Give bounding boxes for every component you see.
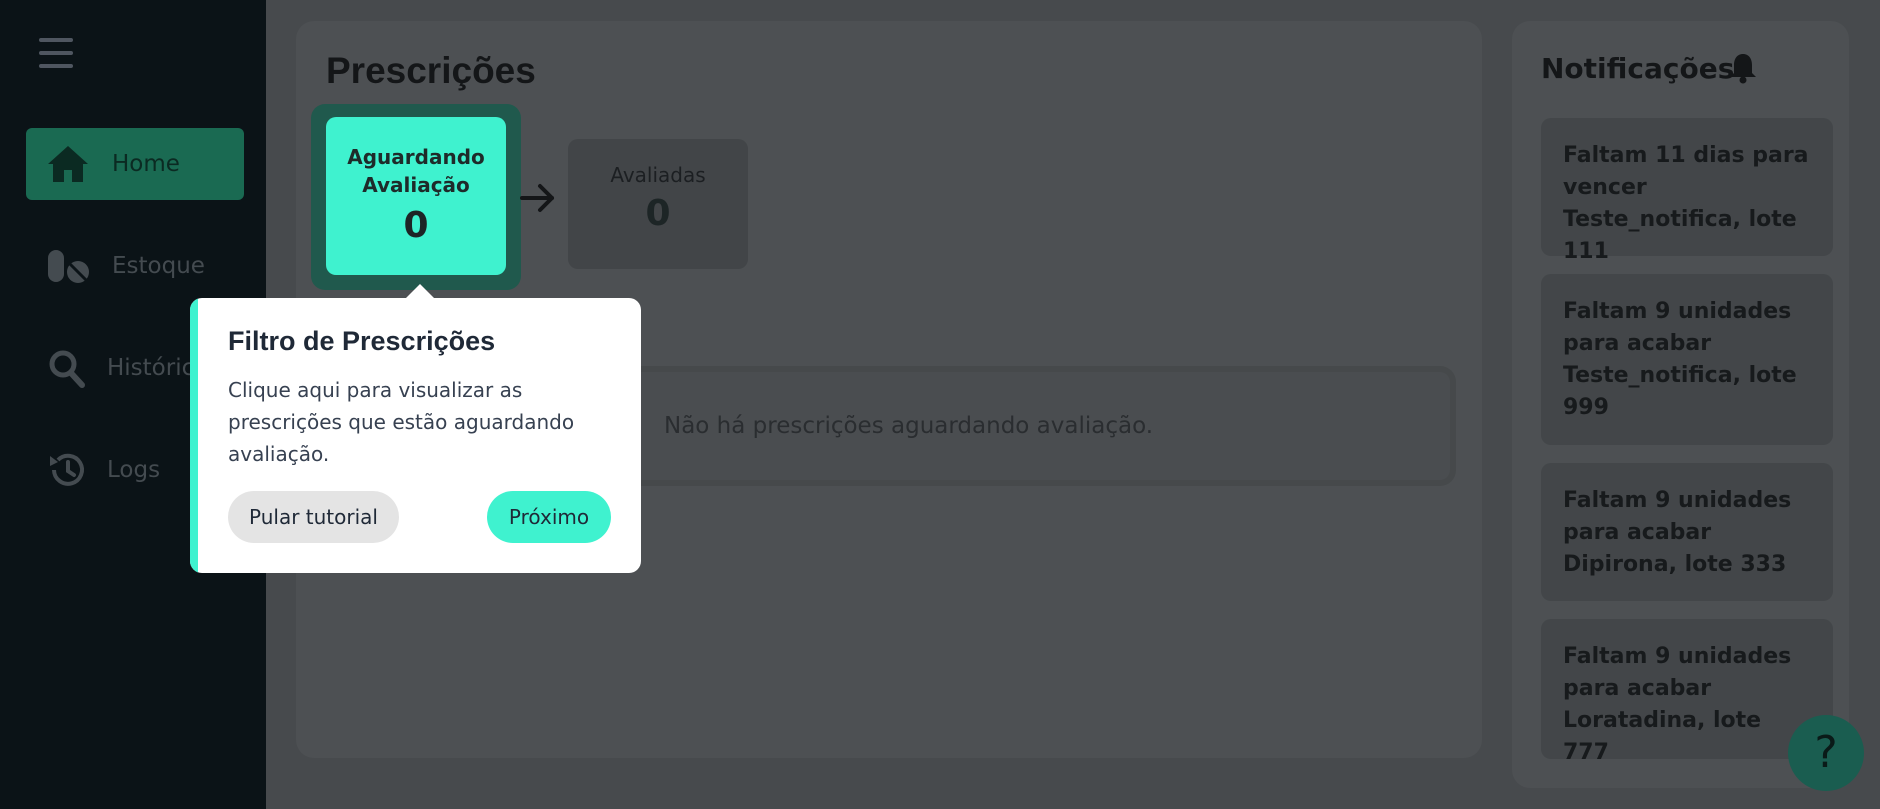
notification-item[interactable]: Faltam 9 unidades para acabar Teste_noti… bbox=[1541, 274, 1833, 445]
card-label: Aguardando Avaliação bbox=[347, 145, 485, 197]
card-label: Avaliadas bbox=[610, 163, 706, 187]
arrow-right-icon bbox=[520, 184, 554, 212]
search-icon bbox=[49, 350, 85, 388]
skip-tutorial-button[interactable]: Pular tutorial bbox=[228, 491, 399, 543]
notification-item[interactable]: Faltam 11 dias para vencer Teste_notific… bbox=[1541, 118, 1833, 264]
filter-card-awaiting[interactable]: Aguardando Avaliação 0 bbox=[326, 117, 506, 275]
menu-icon[interactable] bbox=[39, 38, 73, 68]
bell-icon bbox=[1730, 54, 1756, 84]
filter-card-evaluated[interactable]: Avaliadas 0 bbox=[568, 139, 748, 269]
next-button[interactable]: Próximo bbox=[487, 491, 611, 543]
notification-item[interactable]: Faltam 9 unidades para acabar Loratadina… bbox=[1541, 619, 1833, 765]
notifications-title: Notificações bbox=[1541, 52, 1735, 85]
sidebar-item-label: Estoque bbox=[112, 253, 205, 279]
sidebar-item-home[interactable]: Home bbox=[26, 128, 244, 200]
popover-title: Filtro de Prescrições bbox=[228, 326, 496, 356]
notification-item[interactable]: Faltam 9 unidades para acabar Dipirona, … bbox=[1541, 463, 1833, 601]
sidebar-item-label: Históric bbox=[107, 355, 195, 381]
history-icon bbox=[50, 453, 84, 486]
page-title: Prescrições bbox=[326, 50, 536, 91]
popover-description: Clique aqui para visualizar as prescriçõ… bbox=[228, 378, 575, 466]
pills-icon bbox=[48, 250, 89, 283]
help-button[interactable]: ? bbox=[1788, 715, 1864, 791]
card-count: 0 bbox=[645, 193, 671, 234]
sidebar-item-label: Home bbox=[112, 151, 180, 177]
popover-caret bbox=[405, 284, 435, 299]
sidebar-item-label: Logs bbox=[107, 457, 161, 483]
card-count: 0 bbox=[403, 205, 429, 246]
empty-state-message: Não há prescrições aguardando avaliação. bbox=[664, 413, 1154, 439]
home-icon bbox=[48, 146, 88, 182]
tutorial-popover: Filtro de Prescrições Clique aqui para v… bbox=[190, 298, 641, 573]
popover-accent-bar bbox=[190, 298, 198, 573]
sidebar-item-estoque[interactable]: Estoque bbox=[26, 230, 244, 302]
